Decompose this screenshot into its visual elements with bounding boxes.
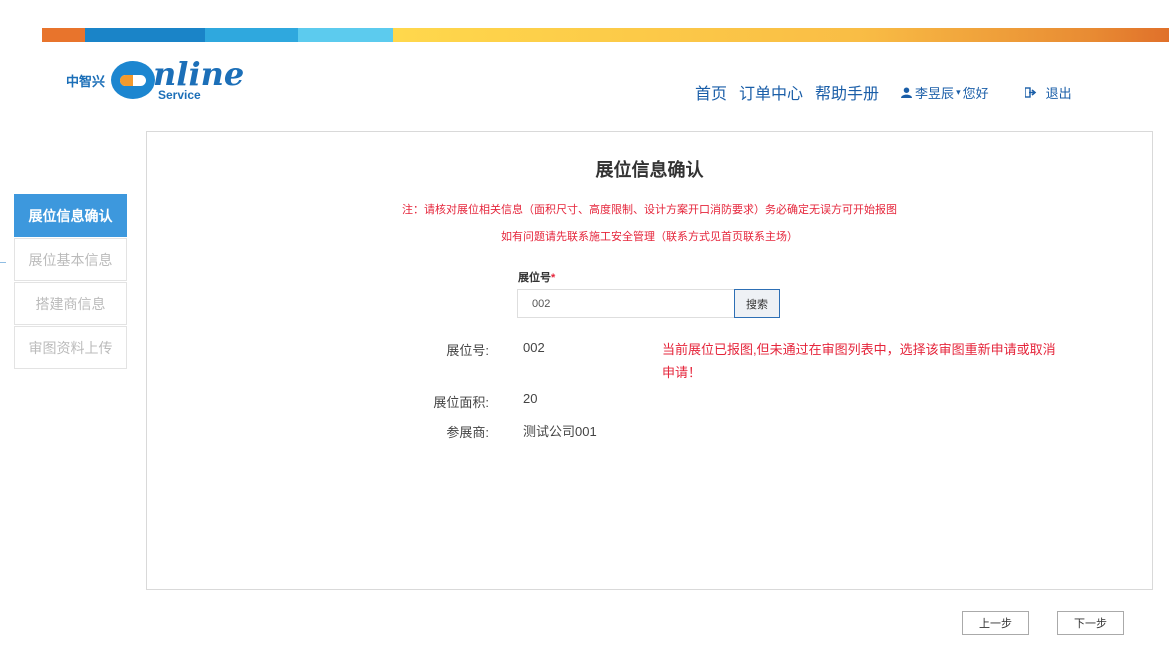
logo[interactable]: 中智兴 nline Service [66,55,244,105]
search-button[interactable]: 搜索 [734,289,780,318]
sidebar-item-booth-basic-info[interactable]: 展位基本信息 [14,238,127,281]
stripe-segment-mid-blue [205,28,298,42]
sidebar-item-builder-info[interactable]: 搭建商信息 [14,282,127,325]
logout-link[interactable]: 退出 [1024,83,1072,102]
nav-home[interactable]: 首页 [695,80,727,104]
user-greeting: 您好 [962,85,989,101]
info-booth-value: 002 [523,340,545,355]
sidebar-item-review-upload[interactable]: 审图资料上传 [14,326,127,369]
booth-number-label-text: 展位号 [518,272,551,284]
info-exhibitor-label: 参展商: [446,425,489,440]
user-name: 李昱辰 [915,85,955,101]
person-icon [901,86,913,98]
logo-script-text: nline [153,55,245,93]
logout-label: 退出 [1045,85,1072,101]
required-mark: * [551,272,556,284]
logo-cn-text: 中智兴 [66,74,106,90]
top-color-stripe [42,28,1169,42]
top-nav: 首页 订单中心 帮助手册 李昱辰 ▾ 您好 退出 [695,80,1072,104]
sidebar: 展位信息确认 展位基本信息 搭建商信息 审图资料上传 [14,194,127,370]
info-area-label: 展位面积: [433,395,489,410]
info-booth-label: 展位号: [446,343,489,358]
nav-order-center[interactable]: 订单中心 [739,80,803,104]
info-exhibitor-value: 测试公司001 [523,424,597,439]
page-title: 展位信息确认 [595,160,704,180]
nav-help-manual[interactable]: 帮助手册 [815,80,879,104]
booth-number-input[interactable] [517,289,734,318]
info-area-value: 20 [523,391,538,406]
stripe-segment-blue [85,28,205,42]
user-menu[interactable]: 李昱辰 ▾ 您好 [901,83,989,102]
booth-number-label: 展位号* [518,269,555,285]
stripe-segment-orange [42,28,85,42]
stripe-segment-gradient [393,28,1169,42]
side-edge-marker [0,262,6,263]
stripe-segment-light-blue [298,28,393,42]
sidebar-item-booth-confirm[interactable]: 展位信息确认 [14,194,127,237]
next-step-button[interactable]: 下一步 [1057,611,1124,635]
logo-o-icon [111,61,156,99]
main-panel: 展位信息确认 注：请核对展位相关信息（面积尺寸、高度限制、设计方案开口消防要求）… [146,131,1153,590]
prev-step-button[interactable]: 上一步 [962,611,1029,635]
logout-icon [1024,86,1036,98]
chevron-down-icon: ▾ [956,86,961,97]
notice-line-2: 如有问题请先联系施工安全管理（联系方式见首页联系主场） [501,231,798,243]
notice-line-1: 注：请核对展位相关信息（面积尺寸、高度限制、设计方案开口消防要求）务必确定无误方… [402,204,897,216]
logo-service-text: Service [158,88,201,102]
warning-message: 当前展位已报图,但未通过在审图列表中，选择该审图重新申请或取消申请！ [662,342,1056,380]
